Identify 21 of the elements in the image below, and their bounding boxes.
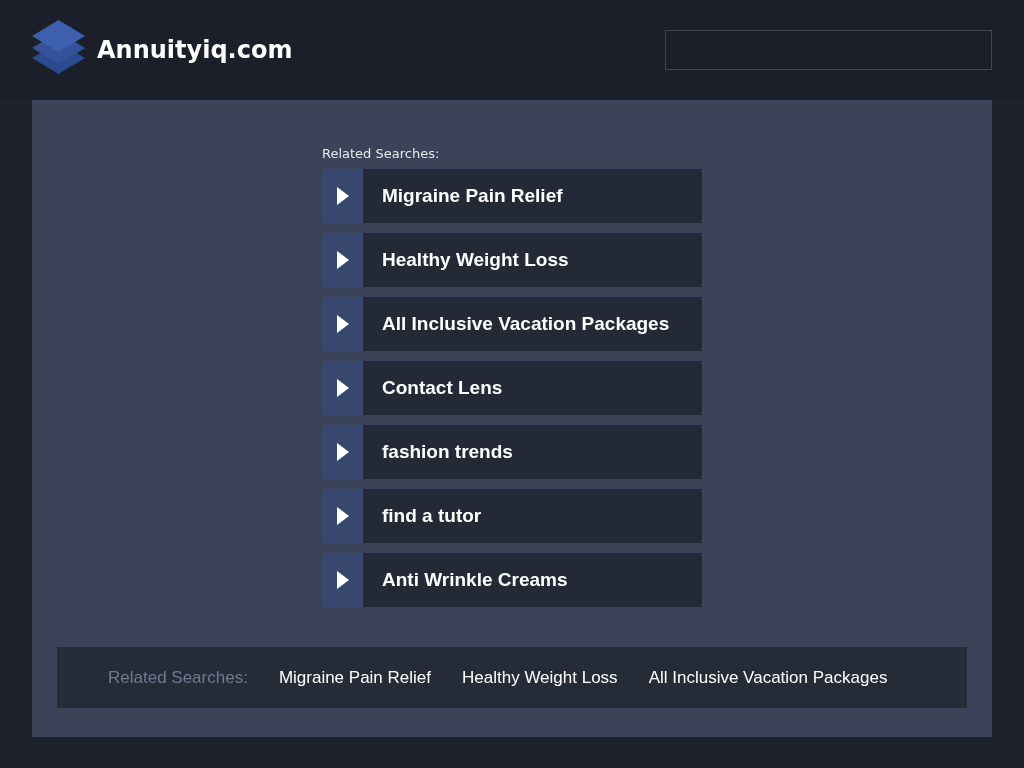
footer-link[interactable]: All Inclusive Vacation Packages xyxy=(648,667,888,688)
play-arrow-icon xyxy=(336,507,349,525)
search-link[interactable]: Healthy Weight Loss xyxy=(322,233,702,287)
search-link[interactable]: All Inclusive Vacation Packages xyxy=(322,297,702,351)
search-link[interactable]: Anti Wrinkle Creams xyxy=(322,553,702,607)
footer-link[interactable]: Migraine Pain Relief xyxy=(278,667,431,688)
play-arrow-icon xyxy=(336,251,349,269)
play-arrow-icon xyxy=(336,187,349,205)
footer-heading: Related Searches: xyxy=(108,667,248,688)
play-arrow-icon xyxy=(336,315,349,333)
footer-link[interactable]: Healthy Weight Loss xyxy=(462,667,618,688)
search-link[interactable]: Migraine Pain Relief xyxy=(322,169,702,223)
site-name[interactable]: Annuityiq.com xyxy=(97,36,293,64)
play-arrow-icon xyxy=(336,379,349,397)
play-arrow-icon xyxy=(336,443,349,461)
section-heading: Related Searches: xyxy=(322,146,441,161)
search-link[interactable]: find a tutor xyxy=(322,489,702,543)
search-link[interactable]: fashion trends xyxy=(322,425,702,479)
search-link[interactable]: Contact Lens xyxy=(322,361,702,415)
search-field[interactable] xyxy=(665,30,992,70)
play-arrow-icon xyxy=(336,571,349,589)
